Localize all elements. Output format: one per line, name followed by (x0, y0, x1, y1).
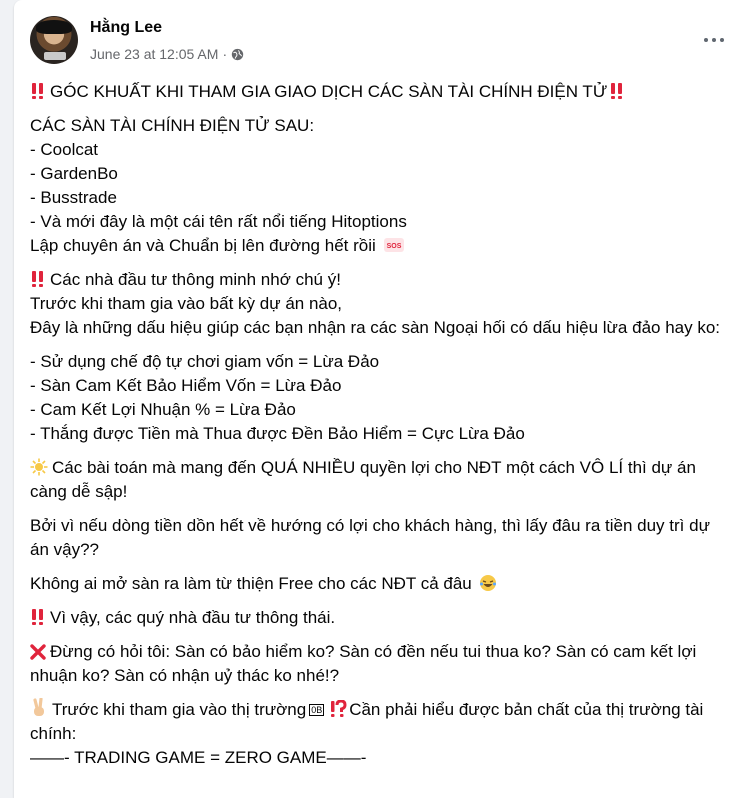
list-item: - Và mới đây là một cái tên rất nổi tiến… (30, 212, 407, 231)
post-body: GÓC KHUẤT KHI THAM GIA GIAO DỊCH CÁC SÀN… (30, 80, 730, 780)
list-item: - Busstrade (30, 188, 117, 207)
list-item: - Sử dụng chế độ tự chơi giam vốn = Lừa … (30, 352, 380, 371)
cross-mark-icon (30, 644, 46, 660)
scam-signs: - Sử dụng chế độ tự chơi giam vốn = Lừa … (30, 350, 730, 446)
post-meta: June 23 at 12:05 AM · (90, 46, 244, 62)
paragraph-text: Vì vậy, các quý nhà đầu tư thông thái. (50, 608, 336, 627)
double-exclamation-icon (611, 83, 623, 99)
post-headline: GÓC KHUẤT KHI THAM GIA GIAO DỊCH CÁC SÀN… (30, 80, 730, 104)
sos-label: SOS (386, 243, 401, 250)
warning-line: Trước khi tham gia vào bất kỳ dự án nào, (30, 294, 343, 313)
list-item: - Coolcat (30, 140, 99, 159)
list-item: - Sàn Cam Kết Bảo Hiểm Vốn = Lừa Đảo (30, 376, 342, 395)
paragraph: Không ai mở sàn ra làm từ thiện Free cho… (30, 572, 730, 596)
headline-text: GÓC KHUẤT KHI THAM GIA GIAO DỊCH CÁC SÀN… (50, 82, 608, 101)
paragraph: Đừng có hỏi tôi: Sàn có bảo hiểm ko? Sàn… (30, 640, 730, 688)
list-item: - Cam Kết Lợi Nhuận % = Lừa Đảo (30, 400, 296, 419)
warning-intro: Các nhà đầu tư thông minh nhớ chú ý! Trư… (30, 268, 730, 340)
glowing-star-icon (30, 458, 48, 476)
exclamation-question-icon (331, 700, 347, 717)
post-card: Hằng Lee June 23 at 12:05 AM · GÓC KHUẤT… (14, 0, 751, 798)
sos-icon: SOS (383, 238, 404, 252)
warning-line: Các nhà đầu tư thông minh nhớ chú ý! (50, 270, 341, 289)
list-item: - GardenBo (30, 164, 118, 183)
laughing-face-icon (479, 575, 496, 591)
paragraph-text: Không ai mở sàn ra làm từ thiện Free cho… (30, 574, 472, 593)
list-heading: CÁC SÀN TÀI CHÍNH ĐIỆN TỬ SAU: (30, 116, 315, 135)
paragraph-text: Các bài toán mà mang đến QUÁ NHIỀU quyền… (30, 458, 696, 501)
exchange-list: CÁC SÀN TÀI CHÍNH ĐIỆN TỬ SAU: - Coolcat… (30, 114, 730, 258)
more-options-icon[interactable] (699, 30, 729, 50)
paragraph-text: Đừng có hỏi tôi: Sàn có bảo hiểm ko? Sàn… (30, 642, 697, 685)
author-name[interactable]: Hằng Lee (90, 19, 162, 37)
meta-separator: · (222, 46, 228, 62)
globe-icon (231, 48, 244, 60)
list-item: - Thắng được Tiền mà Thua được Đền Bảo H… (30, 424, 525, 443)
post-timestamp[interactable]: June 23 at 12:05 AM (90, 46, 218, 62)
paragraph: Trước khi tham gia vào thị trường 0B Cần p… (30, 698, 730, 746)
paragraph: Vì vậy, các quý nhà đầu tư thông thái. (30, 606, 730, 630)
unknown-glyph: 0B (309, 704, 325, 716)
double-exclamation-icon (32, 609, 43, 625)
paragraph: Bởi vì nếu dòng tiền dồn hết về hướng có… (30, 516, 710, 559)
double-exclamation-icon (32, 271, 43, 287)
warning-line: Đây là những dấu hiệu giúp các bạn nhận … (30, 318, 721, 337)
list-footer: Lập chuyên án và Chuẩn bị lên đường hết … (30, 236, 376, 255)
double-exclamation-icon (32, 83, 43, 99)
author-avatar[interactable] (30, 16, 78, 64)
closing-line: ——- TRADING GAME = ZERO GAME——- (30, 748, 367, 767)
victory-hand-icon (33, 698, 44, 716)
paragraph: Các bài toán mà mang đến QUÁ NHIỀU quyền… (30, 456, 730, 504)
paragraph-text: Trước khi tham gia vào thị trường (52, 700, 307, 719)
